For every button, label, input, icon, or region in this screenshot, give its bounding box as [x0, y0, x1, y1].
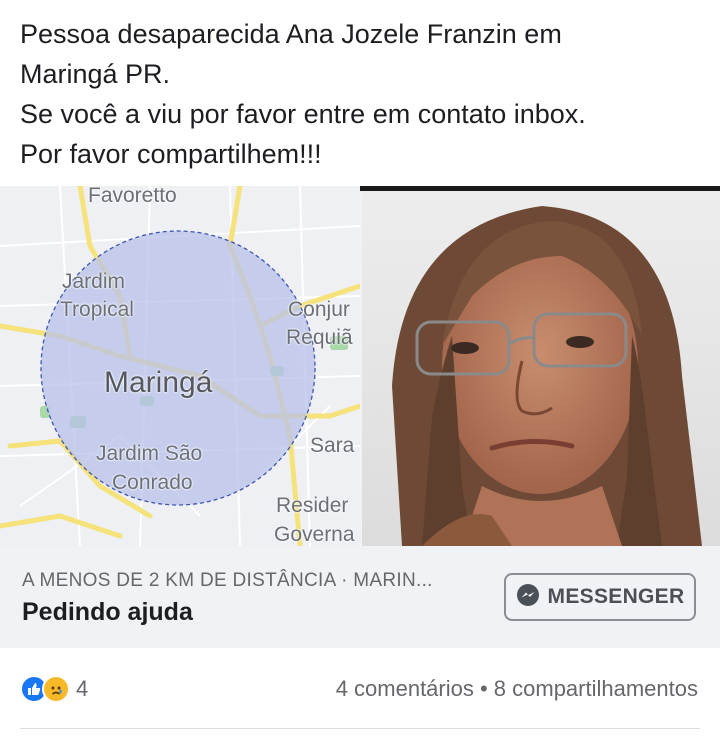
post-text-line: Pessoa desaparecida Ana Jozele Franzin e… [20, 19, 562, 49]
help-title: Pedindo ajuda [22, 598, 193, 626]
divider [20, 728, 700, 729]
portrait-image [362, 191, 720, 546]
map-label: Sara [310, 434, 355, 457]
post-text-line: Por favor compartilhem!!! [20, 139, 322, 169]
messenger-button[interactable]: MESSENGER [504, 573, 696, 621]
map-label: Governa [274, 523, 355, 546]
post-media[interactable]: Favoretto Jardim Tropical Maringá Conjur… [0, 186, 720, 546]
post-text-line: Maringá PR. [20, 59, 171, 89]
reaction-count: 4 [76, 676, 89, 701]
distance-text: A MENOS DE 2 KM DE DISTÂNCIA · MARIN... [22, 570, 433, 591]
reactions-summary[interactable]: 4 [20, 674, 88, 704]
map-label: Conrado [112, 471, 193, 494]
messenger-label: MESSENGER [547, 585, 685, 608]
map-label: Favoretto [88, 186, 177, 207]
map-label-city: Maringá [104, 366, 213, 399]
sad-icon [42, 675, 70, 703]
engagement-stats[interactable]: 4 comentários • 8 compartilhamentos [336, 676, 698, 702]
help-request-bar[interactable]: A MENOS DE 2 KM DE DISTÂNCIA · MARIN... … [0, 546, 720, 648]
messenger-icon [516, 583, 540, 612]
post-text: Pessoa desaparecida Ana Jozele Franzin e… [20, 14, 710, 174]
map-label: Jardim São [96, 442, 203, 465]
map-label: Resider [276, 494, 349, 517]
map-label: Jardim [62, 270, 126, 293]
map-label: Requiã [286, 326, 353, 349]
location-map[interactable]: Favoretto Jardim Tropical Maringá Conjur… [0, 186, 360, 546]
person-photo[interactable] [362, 186, 720, 546]
map-label: Conjur [288, 298, 350, 321]
post-text-line: Se você a viu por favor entre em contato… [20, 99, 586, 129]
map-label: Tropical [60, 298, 134, 321]
